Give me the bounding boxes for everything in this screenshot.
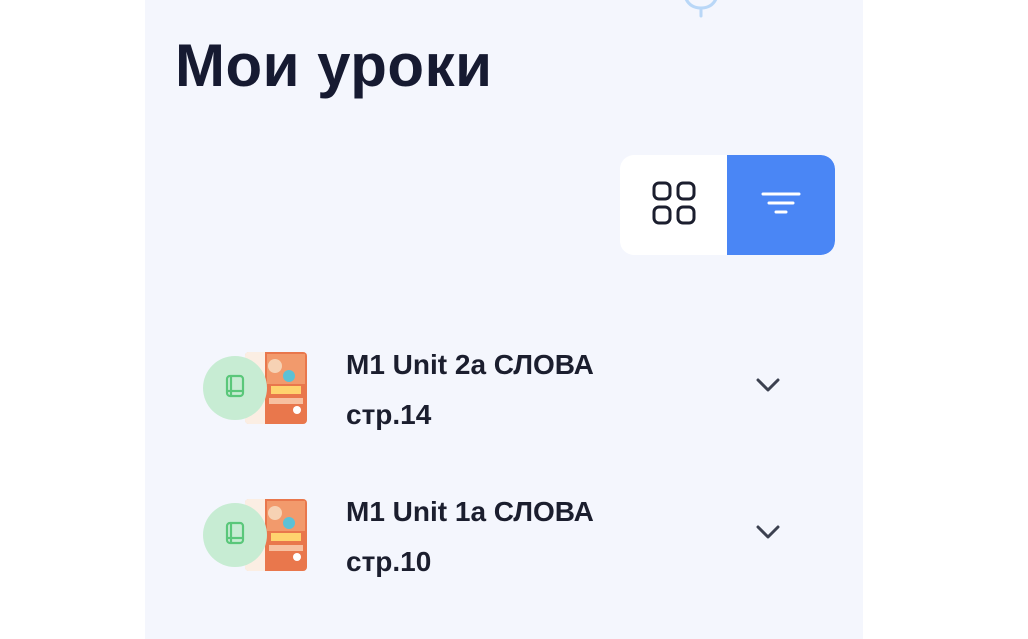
filter-lines-icon [761,188,801,223]
grid-icon [652,181,696,230]
bell-icon[interactable] [679,0,723,18]
lesson-item[interactable]: M1 Unit 2a СЛОВА стр.14 [203,340,803,440]
lesson-title-line: M1 Unit 1a СЛОВА [346,496,594,527]
lesson-item[interactable]: M1 Unit 1a СЛОВА стр.10 [203,487,803,587]
view-toggle [620,155,835,255]
lesson-title: M1 Unit 1a СЛОВА стр.10 [346,487,706,587]
grid-view-button[interactable] [620,155,727,255]
book-badge [203,356,267,420]
lessons-panel: Мои уроки M1 Unit 2a СЛОВА стр.14 M1 Uni… [145,0,863,639]
book-icon [223,374,247,403]
page-title: Мои уроки [175,32,493,99]
lesson-page-label: стр.10 [346,546,432,577]
chevron-down-icon[interactable] [753,370,783,400]
book-icon [223,521,247,550]
lesson-title-line: M1 Unit 2a СЛОВА [346,349,594,380]
lesson-title: M1 Unit 2a СЛОВА стр.14 [346,340,706,440]
chevron-down-icon[interactable] [753,517,783,547]
lesson-page-label: стр.14 [346,399,432,430]
book-badge [203,503,267,567]
list-view-button[interactable] [727,155,835,255]
